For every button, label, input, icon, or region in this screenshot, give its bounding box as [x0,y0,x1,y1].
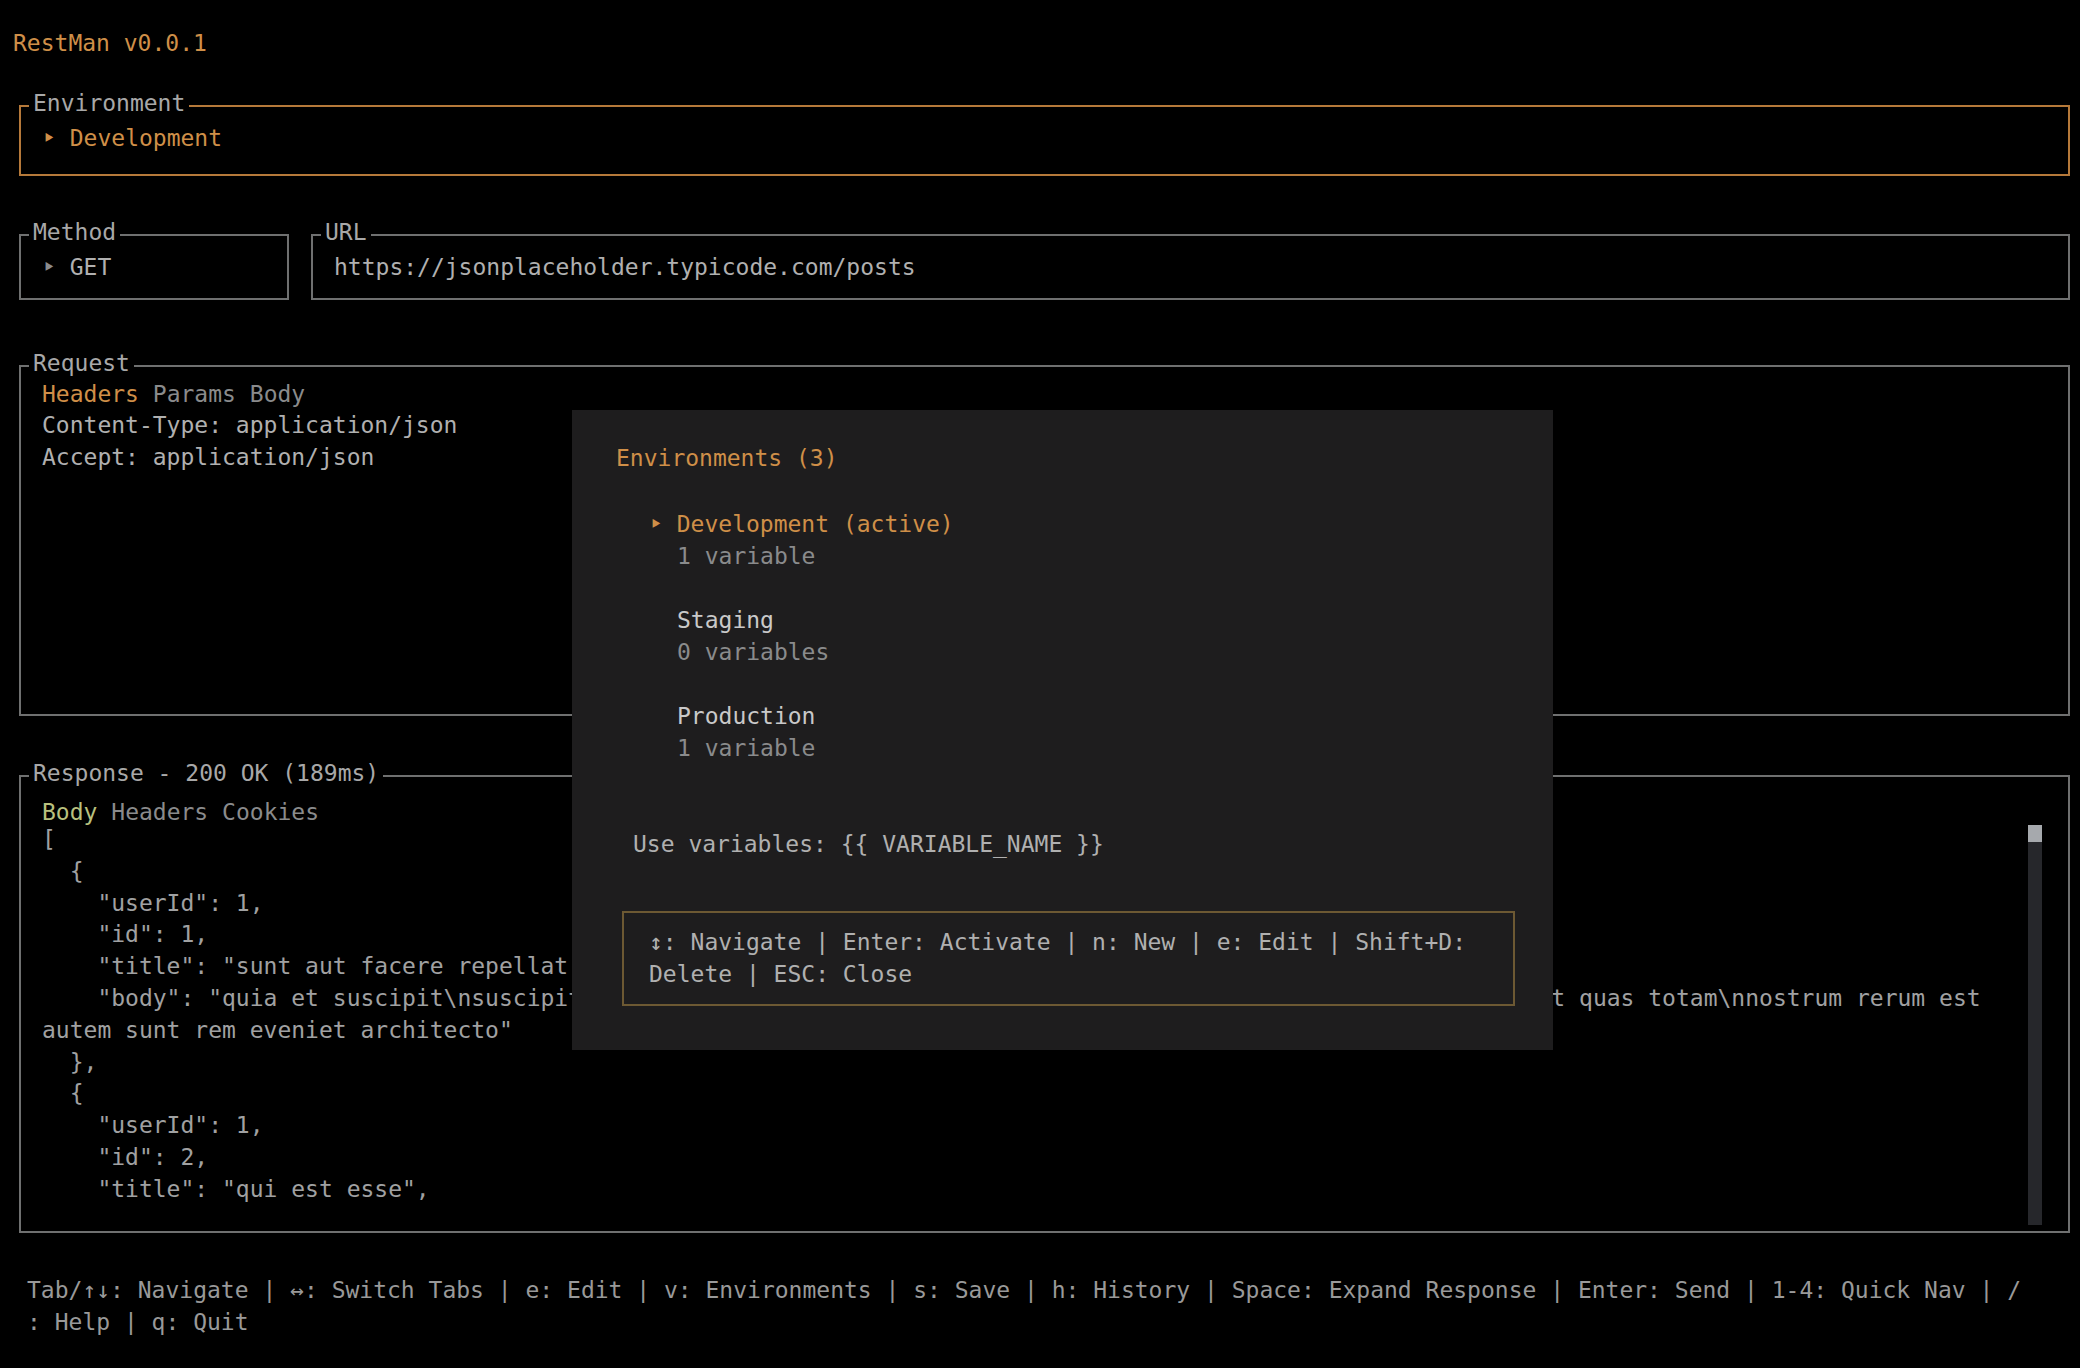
dropdown-arrow-icon: ‣ [42,125,56,151]
method-label: Method [29,217,120,249]
tab-headers[interactable]: Headers [111,799,208,825]
env-item-name[interactable]: Development (active) [677,511,954,537]
request-headers-content: Content-Type: application/json Accept: a… [42,410,457,474]
response-label: Response - 200 OK (189ms) [29,758,383,790]
env-item-count: 1 variable [677,541,815,573]
modal-title: Environments (3) [616,443,838,475]
tab-cookies[interactable]: Cookies [222,799,319,825]
status-bar: Tab/↑↓: Navigate | ↔: Switch Tabs | e: E… [27,1275,2021,1339]
url-input[interactable]: URL https://jsonplaceholder.typicode.com… [311,234,2070,300]
url-label: URL [321,217,371,249]
variables-usage-hint: Use variables: {{ VARIABLE_NAME }} [633,829,1104,861]
env-item-count: 1 variable [677,733,815,765]
scrollbar[interactable] [2028,825,2042,1225]
env-item-count: 0 variables [677,637,829,669]
request-label: Request [29,348,134,380]
tab-headers[interactable]: Headers [42,381,139,407]
environments-modal: Environments (3) ‣ Development (active) 1… [572,410,1553,1050]
dropdown-arrow-icon: ‣ [42,254,56,280]
selected-arrow-icon: ‣ [649,511,663,537]
env-item-production[interactable]: Production [677,701,815,733]
scrollbar-thumb[interactable] [2028,825,2042,842]
method-selector[interactable]: Method ‣GET [19,234,289,300]
environment-label: Environment [29,88,189,120]
url-value[interactable]: https://jsonplaceholder.typicode.com/pos… [334,252,916,284]
env-item-development[interactable]: ‣ Development (active) [649,509,954,541]
tab-body[interactable]: Body [42,799,97,825]
app-window: RestMan v0.0.1 Environment ‣ Development … [0,0,2080,1368]
tab-params[interactable]: Params [153,381,236,407]
app-title: RestMan v0.0.1 [13,28,207,60]
modal-keybindings-box: ↕: Navigate | Enter: Activate | n: New |… [622,911,1515,1006]
environment-selector[interactable]: Environment ‣Development [19,105,2070,176]
request-tabs: Headers Params Body [42,379,305,411]
modal-keybindings: ↕: Navigate | Enter: Activate | n: New |… [649,927,1466,991]
method-value[interactable]: GET [70,254,112,280]
environment-value[interactable]: Development [70,125,222,151]
env-item-staging[interactable]: Staging [677,605,774,637]
tab-body[interactable]: Body [250,381,305,407]
